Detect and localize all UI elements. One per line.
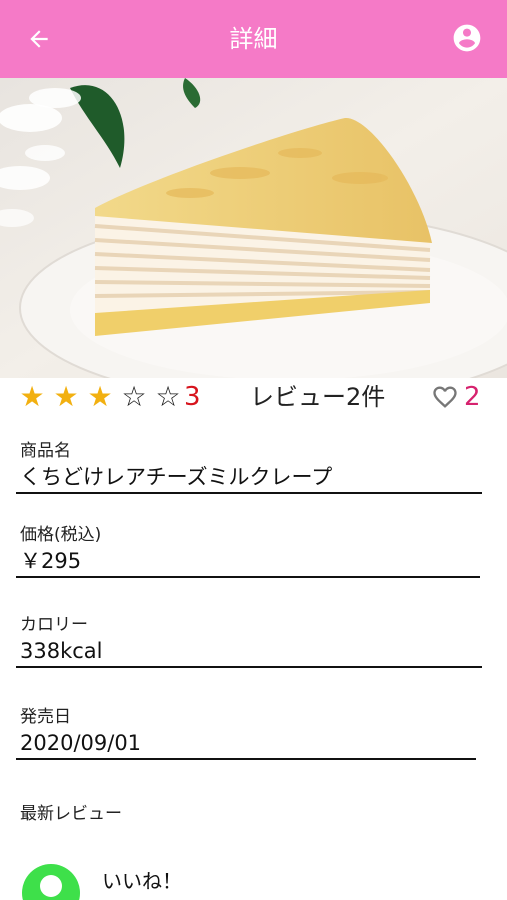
price-value: ￥295 xyxy=(16,546,480,578)
rating-row: ★ ★ ★ ☆ ☆ 3 レビュー2件 2 xyxy=(0,378,507,416)
like-button[interactable]: 2 xyxy=(430,381,481,413)
product-name-value: くちどけレアチーズミルクレープ xyxy=(16,462,482,494)
rating-score: 3 xyxy=(184,382,201,412)
product-name-field: 商品名 くちどけレアチーズミルクレープ xyxy=(16,440,482,494)
review-list-item[interactable]: いいね！ xyxy=(20,858,490,900)
product-name-label: 商品名 xyxy=(20,441,71,461)
calorie-value: 338kcal xyxy=(16,636,482,668)
app-bar: 詳細 xyxy=(0,0,507,78)
latest-review-heading: 最新レビュー xyxy=(20,804,122,824)
star-filled-icon: ★ xyxy=(19,380,45,413)
heart-outline-icon xyxy=(433,386,457,408)
like-count: 2 xyxy=(464,382,481,412)
page-title: 詳細 xyxy=(229,25,278,53)
product-image xyxy=(0,78,507,378)
avatar xyxy=(22,864,80,900)
account-button[interactable] xyxy=(451,22,483,54)
star-rating: ★ ★ ★ ☆ ☆ xyxy=(16,381,184,413)
review-count-link[interactable]: レビュー2件 xyxy=(250,380,385,414)
price-field: 価格(税込) ￥295 xyxy=(16,524,480,578)
calorie-field: カロリー 338kcal xyxy=(16,614,482,668)
calorie-label: カロリー xyxy=(20,615,88,635)
star-empty-icon: ☆ xyxy=(121,380,147,413)
star-filled-icon: ★ xyxy=(87,380,113,413)
review-comment: いいね！ xyxy=(102,869,182,893)
price-label: 価格(税込) xyxy=(20,525,102,545)
user-icon xyxy=(40,875,62,897)
release-date-field: 発売日 2020/09/01 xyxy=(16,706,476,760)
account-circle-icon xyxy=(453,24,481,52)
star-empty-icon: ☆ xyxy=(155,380,181,413)
release-date-value: 2020/09/01 xyxy=(16,728,476,760)
release-date-label: 発売日 xyxy=(20,707,71,727)
star-filled-icon: ★ xyxy=(53,380,79,413)
